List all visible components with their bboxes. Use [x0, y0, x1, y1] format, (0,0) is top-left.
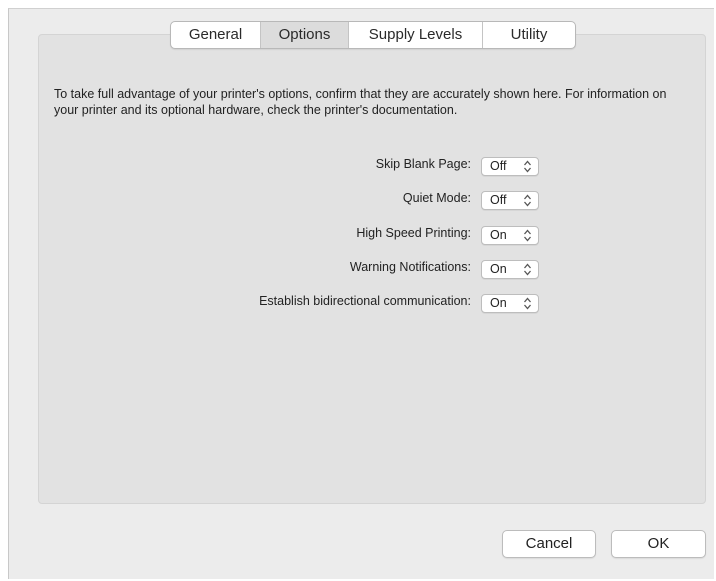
cancel-button[interactable]: Cancel	[502, 530, 596, 558]
high-speed-printing-label: High Speed Printing:	[356, 226, 471, 240]
tab-options[interactable]: Options	[261, 22, 349, 48]
up-down-chevron-icon	[524, 160, 531, 173]
bidirectional-communication-value: On	[490, 296, 507, 310]
quiet-mode-value: Off	[490, 193, 507, 207]
intro-text: To take full advantage of your printer's…	[54, 87, 667, 117]
up-down-chevron-icon	[524, 194, 531, 207]
up-down-chevron-icon	[524, 297, 531, 310]
tab-supply-levels[interactable]: Supply Levels	[349, 22, 483, 48]
skip-blank-page-popup[interactable]: Off	[481, 157, 539, 176]
warning-notifications-label: Warning Notifications:	[349, 260, 471, 274]
bidirectional-communication-label: Establish bidirectional communication:	[259, 294, 471, 308]
tab-general[interactable]: General	[171, 22, 261, 48]
tab-bar: General Options Supply Levels Utility	[170, 21, 576, 49]
up-down-chevron-icon	[524, 229, 531, 242]
warning-notifications-popup[interactable]: On	[481, 260, 539, 279]
bidirectional-communication-popup[interactable]: On	[481, 294, 539, 313]
warning-notifications-value: On	[490, 262, 507, 276]
skip-blank-page-value: Off	[490, 159, 507, 173]
high-speed-printing-popup[interactable]: On	[481, 226, 539, 245]
quiet-mode-label: Quiet Mode:	[402, 191, 471, 205]
high-speed-printing-value: On	[490, 228, 507, 242]
tab-utility[interactable]: Utility	[483, 22, 575, 48]
up-down-chevron-icon	[524, 263, 531, 276]
skip-blank-page-label: Skip Blank Page:	[375, 157, 471, 171]
quiet-mode-popup[interactable]: Off	[481, 191, 539, 210]
ok-button[interactable]: OK	[611, 530, 706, 558]
